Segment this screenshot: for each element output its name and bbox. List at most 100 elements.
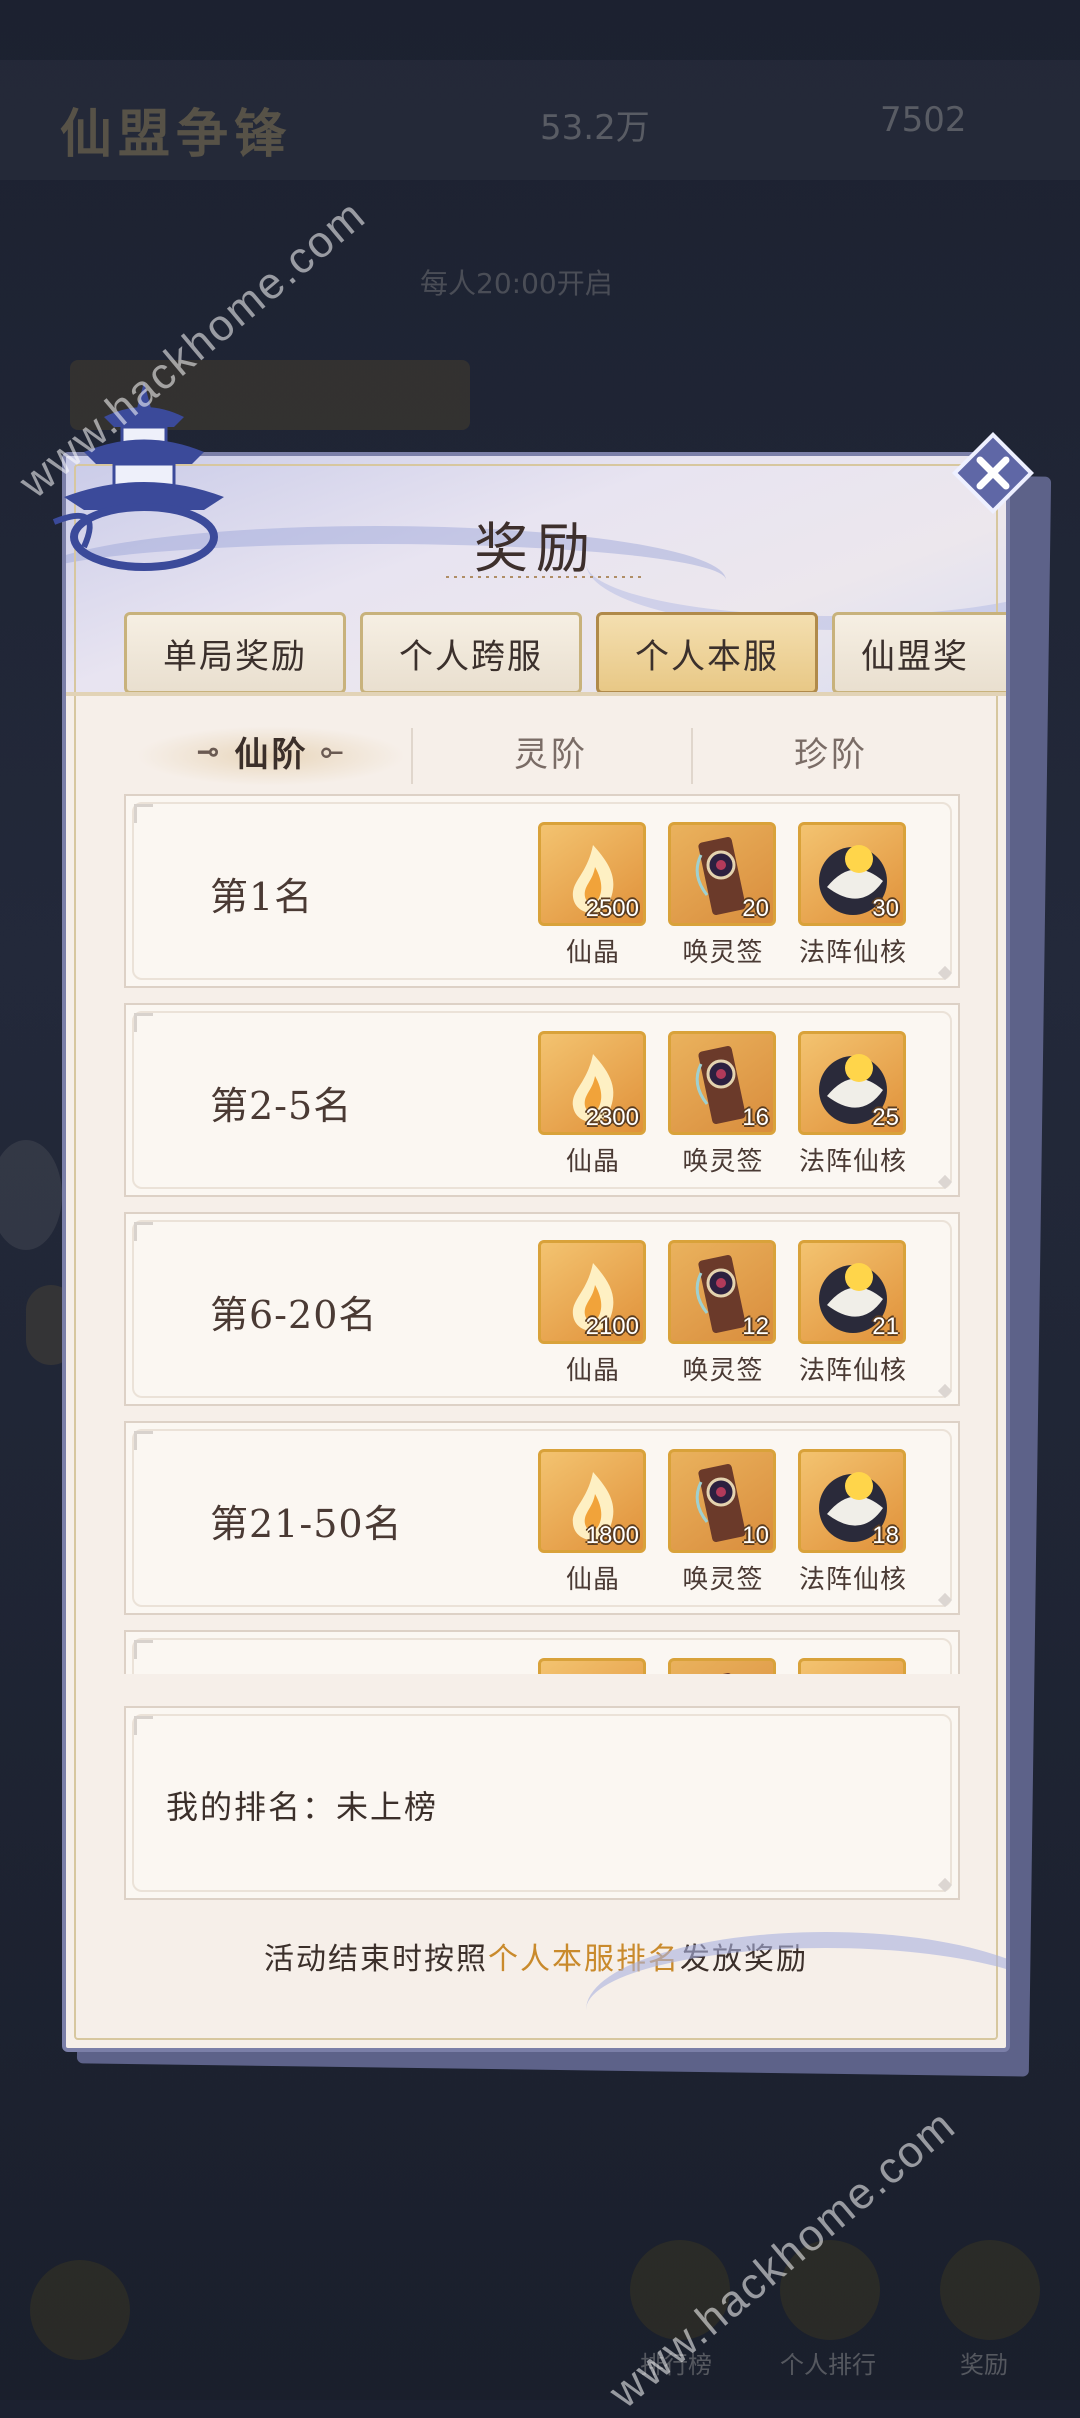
- reward-count: 20: [742, 895, 769, 922]
- close-button[interactable]: [952, 432, 1034, 514]
- reward-group: 2300 仙晶 16 唤灵签 25 法阵仙核: [538, 1031, 938, 1181]
- reward-count: 1800: [585, 1522, 639, 1549]
- reward-item-summon-talisman[interactable]: 唤灵签: [668, 1658, 778, 1674]
- reward-frame: 21: [798, 1240, 906, 1344]
- reward-frame: 25: [798, 1031, 906, 1135]
- footer-text: 活动结束时按照: [264, 1942, 488, 1977]
- reward-group: 仙晶 唤灵签 法阵仙核: [538, 1658, 938, 1674]
- reward-item-crystal[interactable]: 仙晶: [538, 1658, 648, 1674]
- nav-label: 个人排行: [780, 2351, 876, 2379]
- title-ornament: [446, 576, 646, 578]
- corner-ornament: [134, 1640, 153, 1659]
- reward-frame: 20: [668, 822, 776, 926]
- corner-ornament: [134, 1222, 153, 1241]
- corner-ornament: [937, 1174, 953, 1190]
- reward-name: 唤灵签: [682, 1565, 764, 1595]
- reward-count: 2100: [585, 1313, 639, 1340]
- back-icon: [30, 2260, 130, 2360]
- background-avatar: [0, 1140, 62, 1250]
- reward-item-array-core[interactable]: 18 法阵仙核: [798, 1449, 908, 1596]
- reward-item-summon-talisman[interactable]: 16 唤灵签: [668, 1031, 778, 1178]
- reward-item-array-core[interactable]: 法阵仙核: [798, 1658, 908, 1674]
- reward-frame: 2300: [538, 1031, 646, 1135]
- rank-reward-row: 第1名 2500 仙晶 20 唤灵签 30 法阵仙核: [124, 794, 960, 988]
- rank-label: 第21-50名: [210, 1501, 403, 1546]
- tab-personal-local-server[interactable]: 个人本服: [596, 612, 818, 694]
- my-rank-panel: 我的排名： 未上榜: [124, 1706, 960, 1900]
- reward-count: 2500: [585, 895, 639, 922]
- reward-item-array-core[interactable]: 30 法阵仙核: [798, 822, 908, 969]
- reward-frame: 30: [798, 822, 906, 926]
- rank-reward-list[interactable]: 第1名 2500 仙晶 20 唤灵签 30 法阵仙核 第2-5名 2300 仙晶 16 唤灵签 25 法阵…: [124, 794, 960, 1674]
- reward-count: 30: [872, 895, 899, 922]
- rank-label: 第1名: [210, 874, 314, 919]
- reward-frame: 10: [668, 1449, 776, 1553]
- subtab-divider: [411, 728, 413, 784]
- reward-item-crystal[interactable]: 2300 仙晶: [538, 1031, 648, 1178]
- tab-personal-cross-server[interactable]: 个人跨服: [360, 612, 582, 694]
- reward-count: 16: [742, 1104, 769, 1131]
- rank-label: 第2-5名: [210, 1083, 353, 1128]
- subtab-immortal-tier[interactable]: ⊸ 仙阶 ⟜: [136, 706, 406, 796]
- corner-ornament: [937, 1383, 953, 1399]
- reward-count: 10: [742, 1522, 769, 1549]
- corner-ornament: [134, 1013, 153, 1032]
- background-bottom-nav: 排行榜 个人排行 奖励: [0, 2230, 1080, 2400]
- my-rank-label: 我的排名：: [166, 1788, 337, 1826]
- background-currency-2: 7502: [880, 100, 967, 140]
- reward-frame: 18: [798, 1449, 906, 1553]
- background-subtitle: 每人20:00开启: [420, 267, 613, 300]
- reward-frame: [798, 1658, 906, 1674]
- reward-name: 法阵仙核: [798, 1356, 907, 1386]
- reward-name: 唤灵签: [682, 938, 764, 968]
- my-rank-value: 未上榜: [336, 1788, 439, 1826]
- reward-item-array-core[interactable]: 25 法阵仙核: [798, 1031, 908, 1178]
- rank-reward-row: 仙晶 唤灵签 法阵仙核: [124, 1630, 960, 1674]
- reward-frame: 2500: [538, 822, 646, 926]
- corner-ornament: [134, 1716, 153, 1735]
- subtab-label: 仙阶: [234, 734, 309, 775]
- ornament-left-icon: ⊸: [196, 734, 223, 768]
- reward-item-summon-talisman[interactable]: 20 唤灵签: [668, 822, 778, 969]
- reward-name: 仙晶: [565, 1356, 620, 1386]
- reward-item-summon-talisman[interactable]: 12 唤灵签: [668, 1240, 778, 1387]
- reward-name: 唤灵签: [682, 1147, 764, 1177]
- reward-group: 2100 仙晶 12 唤灵签 21 法阵仙核: [538, 1240, 938, 1390]
- reward-frame: 2100: [538, 1240, 646, 1344]
- background-currency-1: 53.2万: [540, 108, 650, 148]
- tab-bar: 单局奖励 个人跨服 个人本服 仙盟奖: [124, 612, 1006, 694]
- subtab-treasure-tier[interactable]: 珍阶: [696, 706, 966, 796]
- reward-name: 仙晶: [565, 1565, 620, 1595]
- reward-dialog: 奖励 单局奖励 个人跨服 个人本服 仙盟奖 ⊸ 仙阶 ⟜ 灵阶 珍阶 第1名 25…: [62, 452, 1010, 2052]
- reward-frame: [538, 1658, 646, 1674]
- reward-item-array-core[interactable]: 21 法阵仙核: [798, 1240, 908, 1387]
- reward-group: 2500 仙晶 20 唤灵签 30 法阵仙核: [538, 822, 938, 972]
- reward-group: 1800 仙晶 10 唤灵签 18 法阵仙核: [538, 1449, 938, 1599]
- nav-icon: [940, 2240, 1040, 2340]
- subtab-spirit-tier[interactable]: 灵阶: [416, 706, 686, 796]
- reward-frame: 12: [668, 1240, 776, 1344]
- reward-name: 法阵仙核: [798, 938, 907, 968]
- reward-item-summon-talisman[interactable]: 10 唤灵签: [668, 1449, 778, 1596]
- corner-ornament: [937, 965, 953, 981]
- reward-name: 法阵仙核: [798, 1147, 907, 1177]
- reward-frame: [668, 1658, 776, 1674]
- tab-divider: [66, 692, 1006, 696]
- reward-item-crystal[interactable]: 1800 仙晶: [538, 1449, 648, 1596]
- tab-alliance-reward[interactable]: 仙盟奖: [832, 612, 1006, 694]
- reward-name: 法阵仙核: [798, 1565, 907, 1595]
- rank-reward-row: 第6-20名 2100 仙晶 12 唤灵签 21 法阵仙核: [124, 1212, 960, 1406]
- reward-item-crystal[interactable]: 2500 仙晶: [538, 822, 648, 969]
- corner-ornament: [937, 1592, 953, 1608]
- tab-single-round-reward[interactable]: 单局奖励: [124, 612, 346, 694]
- reward-count: 21: [872, 1313, 899, 1340]
- my-rank-text: 我的排名： 未上榜: [166, 1708, 438, 1902]
- corner-ornament: [937, 1877, 953, 1893]
- rank-reward-row: 第21-50名 1800 仙晶 10 唤灵签 18 法阵仙核: [124, 1421, 960, 1615]
- corner-ornament: [134, 804, 153, 823]
- reward-name: 仙晶: [565, 938, 620, 968]
- reward-frame: 16: [668, 1031, 776, 1135]
- reward-frame: 1800: [538, 1449, 646, 1553]
- reward-item-crystal[interactable]: 2100 仙晶: [538, 1240, 648, 1387]
- nav-label: 奖励: [960, 2351, 1008, 2379]
